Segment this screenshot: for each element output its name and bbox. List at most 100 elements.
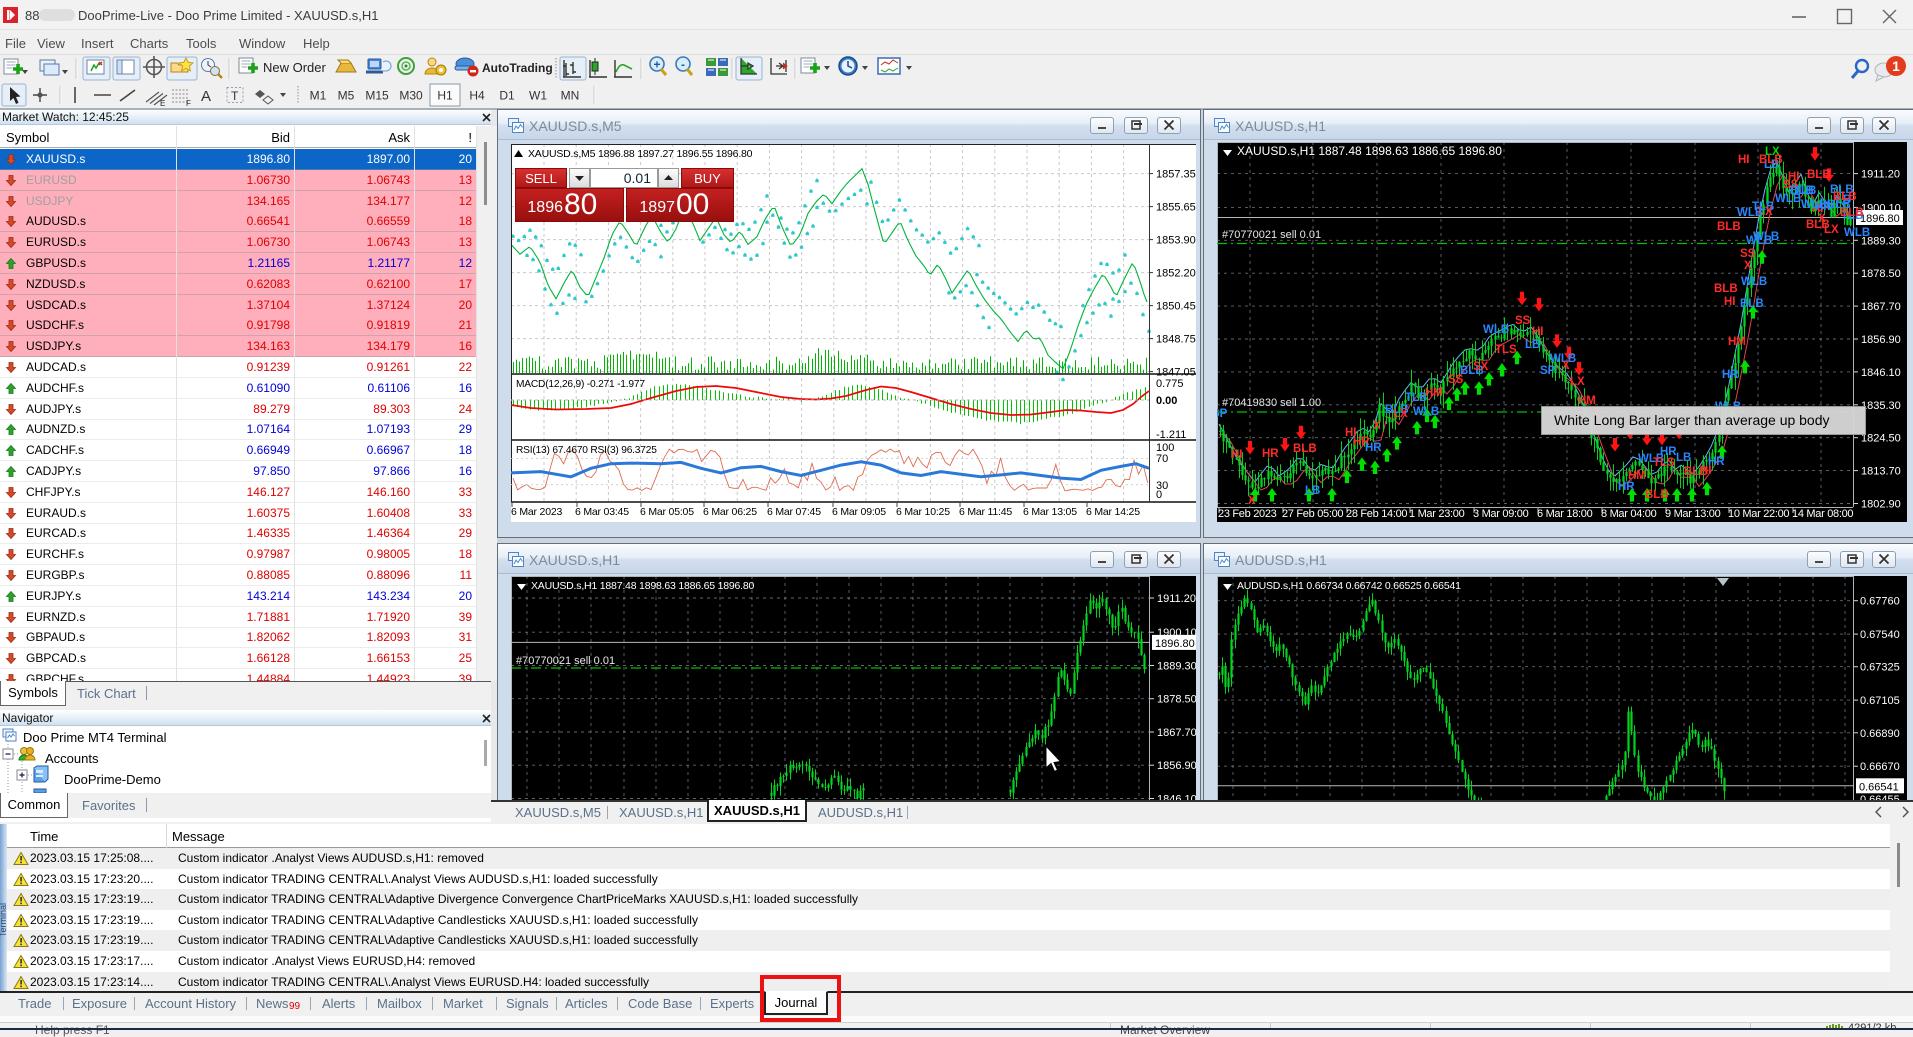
svg-text:9 Mar 13:00: 9 Mar 13:00 xyxy=(1665,508,1721,520)
svg-text:23 Feb 2023: 23 Feb 2023 xyxy=(1218,508,1277,520)
svg-text:1847.05: 1847.05 xyxy=(1156,367,1196,379)
svg-text:HI: HI xyxy=(1724,296,1736,308)
svg-text:X: X xyxy=(1744,260,1752,272)
svg-text:HM: HM xyxy=(1728,336,1746,348)
svg-text:0.67325: 0.67325 xyxy=(1860,662,1900,674)
svg-text:1813.70: 1813.70 xyxy=(1861,466,1901,478)
svg-text:LB: LB xyxy=(1676,452,1691,464)
svg-text:0.775: 0.775 xyxy=(1156,378,1184,390)
svg-text:BLB: BLB xyxy=(1740,298,1764,310)
svg-text:0.66670: 0.66670 xyxy=(1860,761,1900,773)
svg-text:TLS: TLS xyxy=(1495,344,1517,356)
svg-text:1867.70: 1867.70 xyxy=(1157,727,1196,739)
svg-text:M15: M15 xyxy=(365,89,389,103)
svg-text:BLB: BLB xyxy=(1807,169,1831,181)
svg-text:0.66890: 0.66890 xyxy=(1860,728,1900,740)
svg-text:M1: M1 xyxy=(310,89,327,103)
svg-text:W1: W1 xyxy=(529,89,547,103)
svg-text:6 Mar 10:25: 6 Mar 10:25 xyxy=(896,506,950,518)
svg-text:1857.35: 1857.35 xyxy=(1156,169,1196,181)
svg-text:LX: LX xyxy=(1824,224,1839,236)
svg-text:X: X xyxy=(1562,360,1570,372)
svg-text:0: 0 xyxy=(1156,489,1162,501)
svg-text:M5: M5 xyxy=(338,89,355,103)
svg-text:X: X xyxy=(1248,495,1256,507)
svg-text:#70770021 sell 0.01: #70770021 sell 0.01 xyxy=(516,655,615,667)
svg-text:AUDUSD.s,H1 0.66734 0.66742 0: AUDUSD.s,H1 0.66734 0.66742 0.66525 0.66… xyxy=(1237,580,1461,592)
svg-text:SP: SP xyxy=(1217,408,1228,420)
svg-text:0.67105: 0.67105 xyxy=(1860,695,1900,707)
svg-text:-1.211: -1.211 xyxy=(1156,429,1186,441)
svg-text:F: F xyxy=(186,99,191,108)
svg-text:HM: HM xyxy=(1628,470,1646,482)
svg-text:6 Mar 03:45: 6 Mar 03:45 xyxy=(575,506,629,518)
svg-text:1856.90: 1856.90 xyxy=(1861,334,1901,346)
svg-text:MACD(12,26,9) -0.271 -1.977: MACD(12,26,9) -0.271 -1.977 xyxy=(516,379,645,390)
svg-text:1 Mar 23:00: 1 Mar 23:00 xyxy=(1409,508,1465,520)
svg-text:6 Mar 09:05: 6 Mar 09:05 xyxy=(832,506,886,518)
svg-text:6 Mar 11:45: 6 Mar 11:45 xyxy=(959,506,1012,518)
svg-text:M30: M30 xyxy=(399,89,423,103)
svg-text:1850.45: 1850.45 xyxy=(1156,301,1196,313)
svg-text:1896.80: 1896.80 xyxy=(1860,213,1900,225)
svg-text:WLB: WLB xyxy=(1753,231,1779,243)
svg-text:1889.30: 1889.30 xyxy=(1157,661,1196,673)
svg-text:1878.50: 1878.50 xyxy=(1861,268,1901,280)
svg-text:3 Mar 09:00: 3 Mar 09:00 xyxy=(1473,508,1529,520)
svg-text:HR: HR xyxy=(1660,446,1677,458)
svg-text:X: X xyxy=(1373,420,1381,432)
svg-text:HI: HI xyxy=(1231,449,1243,461)
svg-text:-: - xyxy=(681,58,685,72)
svg-text:1824.50: 1824.50 xyxy=(1861,433,1901,445)
svg-text:SP: SP xyxy=(1540,365,1556,377)
svg-text:6 Mar 07:45: 6 Mar 07:45 xyxy=(767,506,821,518)
svg-text:RSI(13) 67.4670 RSI(3) 96.372: RSI(13) 67.4670 RSI(3) 96.3725 xyxy=(516,445,657,456)
svg-text:1911.20: 1911.20 xyxy=(1157,593,1196,605)
svg-text:HR: HR xyxy=(1365,442,1382,454)
svg-text:0.67760: 0.67760 xyxy=(1860,596,1900,608)
svg-text:0.66541: 0.66541 xyxy=(1859,781,1899,793)
svg-text:HR: HR xyxy=(1722,369,1739,381)
svg-text:SS: SS xyxy=(1740,248,1756,260)
svg-text:#70770021 sell 0.01: #70770021 sell 0.01 xyxy=(1222,229,1321,241)
svg-text:#70419830 sell 1.00: #70419830 sell 1.00 xyxy=(1222,397,1321,409)
svg-text:1911.20: 1911.20 xyxy=(1861,169,1900,181)
svg-text:10 Mar 22:00: 10 Mar 22:00 xyxy=(1728,508,1789,520)
svg-text:LX: LX xyxy=(1393,408,1408,420)
svg-text:BLB: BLB xyxy=(1714,283,1738,295)
svg-text:HI: HI xyxy=(1532,326,1544,338)
svg-text:1878.50: 1878.50 xyxy=(1157,694,1196,706)
svg-text:HI: HI xyxy=(1738,154,1750,166)
svg-text:8 Mar 04:00: 8 Mar 04:00 xyxy=(1601,508,1657,520)
svg-text:HR: HR xyxy=(1262,448,1279,460)
svg-text:HR: HR xyxy=(1708,456,1725,468)
svg-text:XAUUSD.s,M5 1896.88 1897.27 1: XAUUSD.s,M5 1896.88 1897.27 1896.55 1896… xyxy=(528,148,753,160)
svg-text:70: 70 xyxy=(1156,453,1168,465)
svg-text:1896.80: 1896.80 xyxy=(1155,638,1195,650)
svg-text:WLB: WLB xyxy=(1737,207,1763,219)
svg-text:D1: D1 xyxy=(499,89,515,103)
svg-text:1802.90: 1802.90 xyxy=(1861,499,1901,511)
svg-text:MN: MN xyxy=(561,89,580,103)
svg-text:BLB: BLB xyxy=(1293,443,1317,455)
svg-text:6 Mar 18:00: 6 Mar 18:00 xyxy=(1537,508,1593,520)
svg-text:AutoTrading: AutoTrading xyxy=(482,61,553,75)
svg-text:A: A xyxy=(201,88,211,105)
svg-text:27 Feb 05:00: 27 Feb 05:00 xyxy=(1282,508,1343,520)
svg-text:WLB: WLB xyxy=(1844,227,1870,239)
svg-text:BLB: BLB xyxy=(1759,154,1783,166)
svg-text:6 Mar 14:25: 6 Mar 14:25 xyxy=(1086,506,1140,518)
svg-text:WLB: WLB xyxy=(1741,276,1767,288)
svg-text:6 Mar 06:25: 6 Mar 06:25 xyxy=(703,506,757,518)
svg-text:1853.90: 1853.90 xyxy=(1156,235,1196,247)
svg-text:XAUUSD.s,H1 1887.48 1898.63 1: XAUUSD.s,H1 1887.48 1898.63 1886.65 1896… xyxy=(1237,144,1502,158)
svg-text:TLB: TLB xyxy=(1405,392,1427,404)
svg-text:0.67540: 0.67540 xyxy=(1860,629,1900,641)
svg-text:1846.10: 1846.10 xyxy=(1861,367,1901,379)
svg-text:6 Mar 05:05: 6 Mar 05:05 xyxy=(640,506,694,518)
svg-text:1835.30: 1835.30 xyxy=(1861,400,1901,412)
svg-text:HR: HR xyxy=(1618,481,1635,493)
svg-text:6 Mar 13:05: 6 Mar 13:05 xyxy=(1023,506,1077,518)
svg-text:LX: LX xyxy=(1570,376,1585,388)
svg-text:HM: HM xyxy=(1425,387,1443,399)
